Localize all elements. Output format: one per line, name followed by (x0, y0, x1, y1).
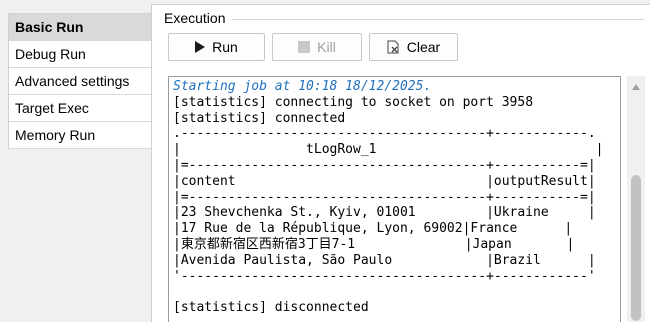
console-line: |=--------------------------------------… (173, 157, 596, 173)
console-line: |17 Rue de la République, Lyon, 69002|Fr… (173, 221, 573, 237)
console-line: |=--------------------------------------… (173, 189, 596, 205)
execution-group-rule (232, 19, 644, 20)
console-line: [statistics] connected (173, 110, 346, 126)
sidebar-item-debug-run[interactable]: Debug Run (9, 41, 151, 68)
console-line: |Avenida Paulista, São Paulo |Brazil | (173, 252, 596, 268)
console-scrollbar[interactable] (627, 76, 645, 322)
execution-section-title: Execution (164, 10, 226, 26)
console-line: '---------------------------------------… (173, 268, 596, 284)
console-line: | tLogRow_1 | (173, 142, 604, 158)
clear-button-label: Clear (406, 39, 441, 55)
sidebar-item-target-exec[interactable]: Target Exec (9, 95, 151, 122)
console-text: Starting job at 10:18 18/12/2025. [statis… (173, 79, 603, 316)
run-button-label: Run (212, 39, 238, 55)
kill-button-label: Kill (317, 39, 336, 55)
sidebar-top-strip (0, 0, 151, 13)
sidebar-item-basic-run[interactable]: Basic Run (9, 14, 151, 41)
console-line: [statistics] connecting to socket on por… (173, 94, 534, 110)
sidebar-item-memory-run[interactable]: Memory Run (9, 122, 151, 149)
panel-separator (151, 5, 152, 322)
console-line: .---------------------------------------… (173, 126, 596, 142)
clear-button[interactable]: Clear (369, 33, 458, 61)
run-button[interactable]: Run (168, 33, 265, 61)
run-sidebar: Basic Run Debug Run Advanced settings Ta… (0, 0, 151, 322)
console-line: |content |outputResult| (173, 173, 596, 189)
console-line: [statistics] disconnected (173, 300, 369, 316)
console-line: |東京都新宿区西新宿3丁目7-1 |Japan | (173, 236, 575, 252)
stop-square-icon (298, 41, 311, 53)
console-line: |23 Shevchenka St., Kyiv, 01001 |Ukraine… (173, 205, 596, 221)
scrollbar-thumb[interactable] (631, 175, 641, 321)
console-output[interactable]: Starting job at 10:18 18/12/2025. [statis… (168, 76, 621, 322)
sidebar-item-advanced-settings[interactable]: Advanced settings (9, 68, 151, 95)
play-triangle-icon (195, 41, 206, 53)
clear-console-icon (387, 40, 400, 54)
top-border (151, 0, 650, 5)
kill-button[interactable]: Kill (272, 33, 362, 61)
scroll-up-arrow-icon[interactable] (632, 84, 640, 90)
console-line: Starting job at 10:18 18/12/2025. (173, 79, 432, 94)
run-mode-list: Basic Run Debug Run Advanced settings Ta… (8, 13, 151, 149)
